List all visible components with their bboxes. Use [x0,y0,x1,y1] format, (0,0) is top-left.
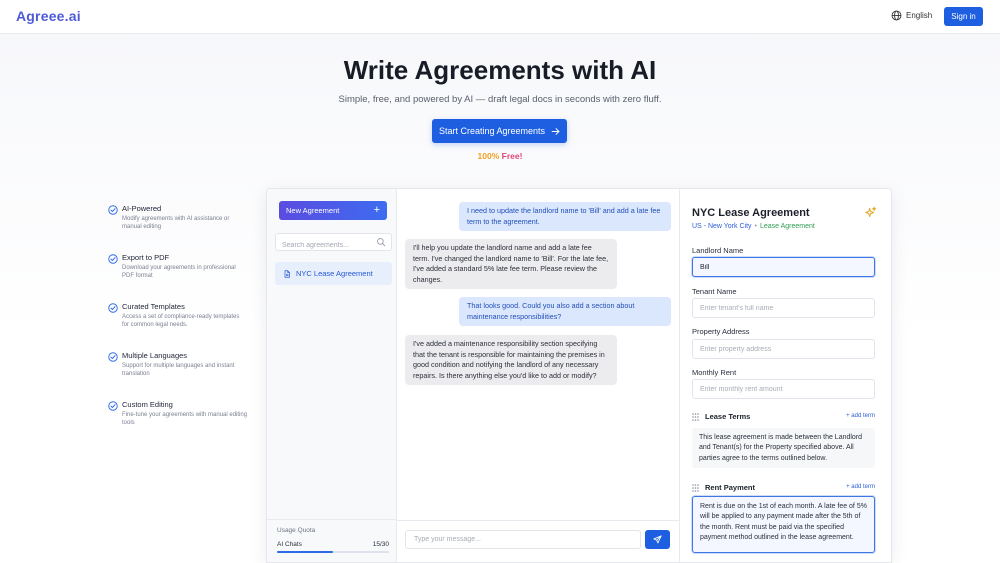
drag-handle-icon[interactable] [692,413,699,421]
document-icon [284,269,290,278]
quota-title: Usage Quota [277,527,316,534]
feature-item: AI-Powered Modify agreements with AI ass… [108,204,248,253]
tenant-name-label: Tenant Name [692,287,737,296]
search-box [275,233,392,254]
monthly-rent-input[interactable] [692,379,875,399]
arrow-right-icon [551,127,560,135]
agreement-type-label: Lease Agreement [759,223,815,230]
chat-message-assistant: I've added a maintenance responsibility … [405,335,617,385]
quota-value: 15/30 [372,541,389,548]
add-term-button[interactable]: + add term [846,413,875,419]
hero-title: Write Agreements with AI [343,55,657,85]
search-input[interactable] [276,237,372,254]
feature-description: Download your agreements in professional… [122,265,236,279]
feature-title: Custom Editing [122,400,173,409]
send-button[interactable] [645,530,670,549]
sidebar-item-nyc-lease[interactable]: NYC Lease Agreement [275,262,392,285]
feature-description: Access a set of compliance-ready templat… [122,314,240,328]
feature-description: Modify agreements with AI assistance or … [122,216,230,230]
quota-progress-fill [277,551,333,553]
search-icon[interactable] [376,237,386,247]
section-body-rent-payment[interactable]: Rent is due on the 1st of each month. A … [692,496,875,553]
free-word: Free! [501,151,523,161]
section-title: Lease Terms [705,412,751,421]
check-circle-icon [108,254,118,264]
landlord-name-input[interactable] [692,257,875,277]
hero-subtitle: Simple, free, and powered by AI — draft … [338,94,662,105]
usage-quota: Usage Quota AI Chats 15/30 [267,519,397,562]
feature-title: Curated Templates [122,302,185,311]
globe-icon [891,10,902,21]
chat-message-user: I need to update the landlord name to 'B… [459,202,671,231]
feature-title: AI-Powered [122,204,162,213]
quota-label: AI Chats [277,541,302,548]
agreements-sidebar: New Agreement + NYC Lease Agreement Usag… [267,189,397,562]
free-percent: 100% [477,151,500,161]
tenant-name-input[interactable] [692,298,875,318]
check-circle-icon [108,401,118,411]
check-circle-icon [108,205,118,215]
feature-item: Export to PDF Download your agreements i… [108,253,248,302]
start-creating-button[interactable]: Start Creating Agreements [432,119,567,143]
plus-icon: + [373,204,380,216]
agreement-meta: US - New York City • Lease Agreement [692,223,815,230]
chat-input-row [397,520,679,562]
agreement-title: NYC Lease Agreement [692,207,810,219]
new-agreement-label: New Agreement [286,206,340,215]
send-icon [653,535,662,544]
chat-message-user: That looks good. Could you also add a se… [459,297,671,326]
section-header-rent-payment: Rent Payment + add term [692,483,875,495]
jurisdiction-label: US - New York City [692,223,752,230]
section-title: Rent Payment [705,483,756,492]
add-term-button[interactable]: + add term [846,484,875,490]
free-badge: 100% Free! [0,151,1000,161]
agreement-form: NYC Lease Agreement US - New York City • L… [679,189,891,562]
new-agreement-button[interactable]: New Agreement + [279,201,387,220]
chat-message-assistant: I'll help you update the landlord name a… [405,239,617,289]
feature-item: Custom Editing Fine-tune your agreements… [108,400,248,449]
start-creating-label: Start Creating Agreements [438,126,546,136]
feature-title: Multiple Languages [122,351,188,360]
feature-description: Fine-tune your agreements with manual ed… [122,412,248,426]
landlord-name-label: Landlord Name [692,246,744,255]
top-bar: Agreee.ai English Sign in [0,0,1000,34]
drag-handle-icon[interactable] [692,484,699,492]
section-body-lease-terms[interactable]: This lease agreement is made between the… [692,428,875,468]
chat-message-input[interactable] [405,530,641,549]
section-header-lease-terms: Lease Terms + add term [692,412,875,424]
feature-title: Export to PDF [122,253,170,262]
check-circle-icon [108,303,118,313]
feature-item: Curated Templates Access a set of compli… [108,302,248,351]
language-label: English [906,11,933,20]
sidebar-item-label: NYC Lease Agreement [296,269,373,278]
property-address-input[interactable] [692,339,875,359]
language-selector[interactable]: English [891,10,932,21]
feature-item: Multiple Languages Support for multiple … [108,351,248,400]
features-list: AI-Powered Modify agreements with AI ass… [108,204,248,449]
chat-panel: I need to update the landlord name to 'B… [397,189,679,562]
property-address-label: Property Address [692,327,750,336]
feature-description: Support for multiple languages and insta… [122,363,235,377]
meta-separator: • [754,223,757,230]
logo[interactable]: Agreee.ai [16,8,81,24]
monthly-rent-label: Monthly Rent [692,368,737,377]
sign-in-button[interactable]: Sign in [944,7,983,26]
quota-progress-bar [277,551,389,553]
app-preview: New Agreement + NYC Lease Agreement Usag… [266,188,892,563]
sparkle-icon[interactable] [864,206,877,219]
check-circle-icon [108,352,118,362]
